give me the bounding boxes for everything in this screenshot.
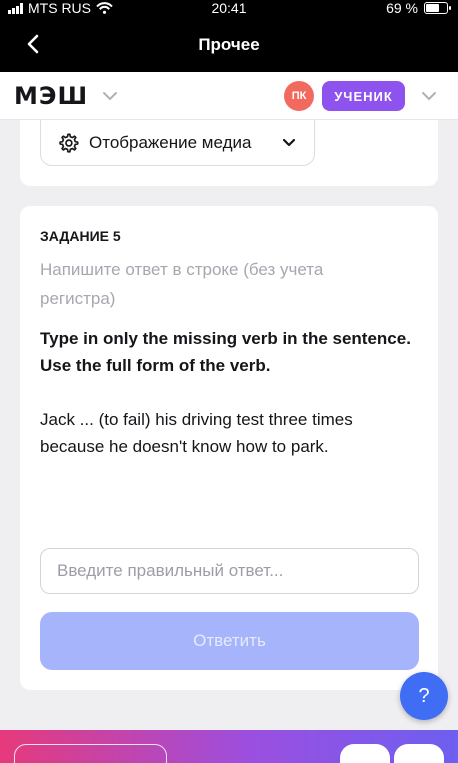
prev-button[interactable]: [340, 744, 390, 763]
submit-button[interactable]: Ответить: [40, 612, 419, 670]
task-number: ЗАДАНИЕ 5: [40, 228, 121, 244]
bottom-pill-button[interactable]: [14, 744, 167, 763]
media-display-dropdown[interactable]: Отображение медиа: [40, 120, 315, 166]
help-button[interactable]: ?: [400, 672, 448, 720]
gear-icon: [57, 132, 79, 154]
app-logo: МЭШ: [14, 82, 89, 110]
status-bar: MTS RUS 20:41 69 %: [0, 0, 458, 16]
answer-input[interactable]: [40, 548, 419, 594]
nav-title: Прочее: [198, 35, 260, 54]
logo-chevron-down-icon[interactable]: [100, 86, 120, 106]
profile-chevron-down-icon[interactable]: [419, 86, 439, 106]
media-display-label: Отображение медиа: [89, 132, 252, 152]
status-right: 69 %: [386, 0, 451, 16]
media-card: Отображение медиа: [20, 120, 438, 186]
bottom-bar: [0, 730, 458, 763]
task-card: ЗАДАНИЕ 5 Напишите ответ в строке (без у…: [20, 206, 438, 690]
task-instruction: Type in only the missing verb in the sen…: [40, 329, 411, 375]
next-button[interactable]: [394, 744, 444, 763]
battery-percent: 69 %: [386, 0, 418, 16]
battery-icon: [424, 2, 451, 14]
nav-bar: Прочее: [0, 16, 458, 72]
avatar[interactable]: ПК: [284, 81, 314, 111]
chevron-down-icon: [282, 135, 298, 151]
role-badge[interactable]: УЧЕНИК: [322, 81, 405, 111]
battery-fill: [426, 4, 440, 12]
task-sentence: Jack ... (to fail) his driving test thre…: [40, 410, 353, 456]
task-hint: Напишите ответ в строке (без учета регис…: [40, 260, 324, 308]
